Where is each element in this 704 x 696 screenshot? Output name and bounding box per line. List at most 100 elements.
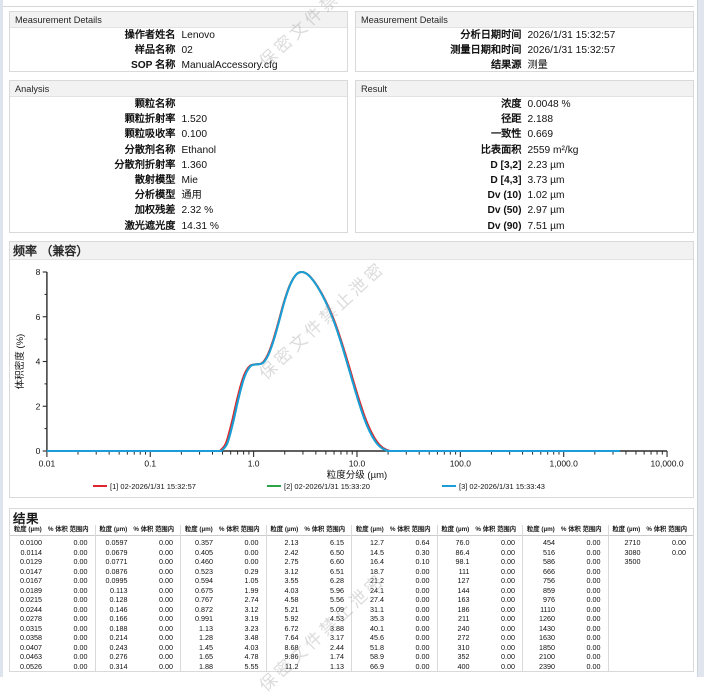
detail-label: 操作者姓名 (10, 28, 176, 43)
results-table-row: 8.682.44 (271, 643, 346, 653)
results-table-row: 14.50.30 (356, 548, 431, 558)
volume-percent-cell: 0.00 (470, 662, 517, 672)
detail-row: 样品名称02 (10, 43, 347, 58)
results-table-row: 0.1880.00 (100, 624, 175, 634)
size-cell: 127 (442, 576, 470, 586)
results-table-row: 18500.00 (527, 643, 602, 653)
results-table-column-group: 粒度 (µm)% 体积 范围内0.05970.000.06790.000.077… (95, 525, 181, 671)
detail-label: 径距 (356, 112, 522, 127)
size-cell: 186 (442, 605, 470, 615)
results-table-row: 3500 (613, 557, 688, 567)
volume-percent-cell: 0.00 (384, 662, 431, 672)
size-cell: 1.45 (185, 643, 213, 653)
size-cell: 0.357 (185, 538, 213, 548)
detail-label: 一致性 (356, 127, 522, 142)
volume-percent-column-header: % 体积 范围内 (390, 525, 431, 535)
size-cell: 98.1 (442, 557, 470, 567)
results-table-row: 0.05260.00 (14, 662, 89, 672)
size-cell: 0.128 (100, 595, 128, 605)
detail-row: 分析日期时间2026/1/31 15:32:57 (356, 28, 693, 43)
volume-percent-cell: 0.00 (128, 643, 175, 653)
y-axis-tick-label: 0 (36, 446, 41, 456)
detail-value: 测量 (528, 58, 694, 73)
size-column-header: 粒度 (µm) (613, 525, 641, 535)
detail-value: 0.669 (528, 127, 694, 142)
results-table-row: 18.70.00 (356, 567, 431, 577)
results-table-row: 1110.00 (442, 567, 517, 577)
volume-percent-cell: 0.00 (384, 586, 431, 596)
results-table-row: 24.10.00 (356, 586, 431, 596)
x-axis-tick-label: 10.0 (349, 459, 366, 469)
detail-label: 测量日期和时间 (356, 43, 522, 58)
detail-value: 0.100 (182, 127, 348, 142)
vertical-scrollbar-track[interactable] (697, 0, 704, 677)
detail-value: 2.188 (528, 112, 694, 127)
size-cell: 0.0315 (14, 624, 42, 634)
results-table-header-row: 粒度 (µm)% 体积 范围内 (356, 525, 431, 535)
detail-value: 02 (182, 43, 348, 58)
size-cell: 3500 (613, 557, 641, 567)
legend-label: [3] 02-2026/1/31 15:33:43 (459, 482, 545, 491)
volume-percent-column-header: % 体积 范围内 (219, 525, 260, 535)
results-table-row: 23900.00 (527, 662, 602, 672)
volume-percent-cell: 0.00 (470, 633, 517, 643)
panel-analysis: Analysis 颗粒名称颗粒折射率1.520颗粒吸收率0.100分散剂名称Et… (9, 80, 348, 233)
legend-line-marker (267, 485, 281, 488)
y-axis-tick-label: 6 (36, 312, 41, 322)
volume-percent-cell: 3.19 (213, 614, 260, 624)
results-table-row: 0.5230.29 (185, 567, 260, 577)
volume-percent-cell: 0.00 (42, 576, 89, 586)
size-cell: 40.1 (356, 624, 384, 634)
results-table-row: 0.02150.00 (14, 595, 89, 605)
results-table-rows: 0.05970.000.06790.000.07710.000.08760.00… (100, 538, 175, 671)
results-table-row: 12600.00 (527, 614, 602, 624)
results-table-row: 7.643.17 (271, 633, 346, 643)
size-cell: 0.594 (185, 576, 213, 586)
legend-line-marker (93, 485, 107, 488)
size-column-header: 粒度 (µm) (271, 525, 299, 535)
size-cell: 1260 (527, 614, 555, 624)
volume-percent-cell: 0.00 (42, 662, 89, 672)
size-cell: 240 (442, 624, 470, 634)
results-table-column-group: 粒度 (µm)% 体积 范围内0.3570.000.4050.000.4600.… (180, 525, 266, 671)
legend-item: [1] 02-2026/1/31 15:32:57 (93, 480, 196, 492)
results-table-row: 0.1280.00 (100, 595, 175, 605)
volume-percent-cell: 6.50 (299, 548, 346, 558)
volume-percent-cell: 0.00 (128, 614, 175, 624)
detail-label: 颗粒名称 (10, 97, 176, 112)
detail-value: 2.32 % (182, 203, 348, 218)
detail-row: 散射模型Mie (10, 173, 347, 188)
detail-value: 通用 (182, 188, 348, 203)
results-table-row: 0.2760.00 (100, 652, 175, 662)
results-table-row: 0.07710.00 (100, 557, 175, 567)
results-table-row: 1.133.23 (185, 624, 260, 634)
volume-percent-cell: 0.00 (128, 595, 175, 605)
size-cell: 1850 (527, 643, 555, 653)
volume-percent-cell: 0.00 (555, 614, 602, 624)
volume-percent-cell: 0.00 (555, 595, 602, 605)
detail-value: 2026/1/31 15:32:57 (528, 43, 694, 58)
volume-percent-cell: 0.00 (555, 605, 602, 615)
results-table-row: 3520.00 (442, 652, 517, 662)
results-table-header-row: 粒度 (µm)% 体积 范围内 (271, 525, 346, 535)
detail-row: Dv (10)1.02 µm (356, 188, 693, 203)
size-cell: 1630 (527, 633, 555, 643)
size-cell: 18.7 (356, 567, 384, 577)
volume-percent-cell: 0.00 (42, 605, 89, 615)
results-table-header-row: 粒度 (µm)% 体积 范围内 (14, 525, 89, 535)
detail-row: 加权残差2.32 % (10, 203, 347, 218)
panel-result: Result 浓度0.0048 %径距2.188一致性0.669比表面积2559… (355, 80, 694, 233)
results-table-header-row: 粒度 (µm)% 体积 范围内 (442, 525, 517, 535)
volume-percent-cell: 0.00 (555, 538, 602, 548)
results-table-row: 1.454.03 (185, 643, 260, 653)
detail-value: 0.0048 % (528, 97, 694, 112)
results-table-row: 4000.00 (442, 662, 517, 672)
size-cell: 0.0407 (14, 643, 42, 653)
size-cell: 163 (442, 595, 470, 605)
results-table-column-group: 粒度 (µm)% 体积 范围内76.00.0086.40.0098.10.001… (437, 525, 523, 671)
results-table-rows: 0.01000.000.01140.000.01290.000.01470.00… (14, 538, 89, 671)
volume-percent-cell: 0.00 (470, 595, 517, 605)
size-cell: 756 (527, 576, 555, 586)
size-cell: 1.65 (185, 652, 213, 662)
size-cell: 21.2 (356, 576, 384, 586)
